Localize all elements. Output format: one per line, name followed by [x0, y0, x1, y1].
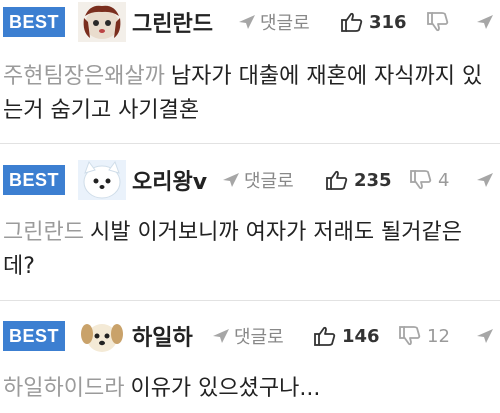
mention-nickname[interactable]: 하일하이드라: [3, 376, 124, 401]
comment-item: BEST 그린란드 댓글로 316 주현팀장은왜살까 남자가 대출에 재혼에 자…: [0, 0, 500, 144]
reply-button[interactable]: 댓글로: [222, 167, 294, 193]
like-button[interactable]: 235: [326, 170, 392, 191]
comment-item: BEST 하일하 댓글로 146 12 하일하이드라 이유가 있으셨구나...: [0, 301, 500, 413]
mention-nickname[interactable]: 주현팀장은왜살까: [3, 64, 165, 89]
thumbs-up-icon: [314, 326, 336, 346]
dislike-count: 4: [438, 169, 450, 191]
thumbs-down-icon: [410, 170, 432, 190]
comment-meta: BEST 그린란드 댓글로 316: [0, 0, 500, 44]
reply-arrow-icon: [476, 328, 494, 344]
comment-meta: BEST 하일하 댓글로 146 12: [0, 314, 500, 358]
best-badge: BEST: [3, 7, 65, 37]
thumbs-up-icon: [341, 12, 363, 32]
avatar[interactable]: [78, 2, 126, 42]
reply-label: 댓글로: [244, 171, 294, 192]
reply-arrow-icon: [212, 328, 230, 344]
comment-body: 주현팀장은왜살까 남자가 대출에 재혼에 자식까지 있는거 숨기고 사기결혼: [3, 60, 490, 128]
more-button[interactable]: [476, 328, 498, 344]
reply-arrow-icon: [222, 172, 240, 188]
like-button[interactable]: 146: [314, 326, 380, 347]
dislike-button[interactable]: 12: [399, 326, 450, 347]
best-badge: BEST: [3, 165, 65, 195]
comment-text: 이유가 있으셨구나...: [130, 376, 321, 401]
nickname[interactable]: 오리왕v: [132, 164, 232, 196]
reply-button[interactable]: 댓글로: [212, 323, 284, 349]
reply-arrow-icon: [476, 172, 494, 188]
nickname[interactable]: 하일하: [132, 320, 202, 352]
comment-meta: BEST 오리왕v 댓글로 235 4: [0, 158, 500, 202]
avatar[interactable]: [78, 160, 126, 200]
reply-label: 댓글로: [234, 327, 284, 348]
like-count: 146: [342, 325, 380, 347]
reply-arrow-icon: [476, 14, 494, 30]
thumbs-down-icon: [399, 326, 421, 346]
reply-arrow-icon: [238, 14, 256, 30]
like-count: 316: [369, 11, 407, 33]
best-badge: BEST: [3, 321, 65, 351]
more-button[interactable]: [476, 14, 498, 30]
reply-button[interactable]: 댓글로: [238, 9, 310, 35]
like-count: 235: [354, 169, 392, 191]
comment-body: 그린란드 시발 이거보니까 여자가 저래도 될거같은데?: [3, 216, 490, 284]
comment-body: 하일하이드라 이유가 있으셨구나...: [3, 372, 490, 406]
more-button[interactable]: [476, 172, 498, 188]
avatar[interactable]: [78, 316, 126, 356]
dislike-button[interactable]: 4: [410, 170, 449, 191]
like-button[interactable]: 316: [341, 12, 407, 33]
comment-item: BEST 오리왕v 댓글로 235 4 그린란드 시발 이거보니까 여자가 저래…: [0, 144, 500, 301]
nickname[interactable]: 그린란드: [132, 6, 232, 38]
mention-nickname[interactable]: 그린란드: [3, 220, 84, 245]
thumbs-down-icon: [427, 12, 449, 32]
thumbs-up-icon: [326, 170, 348, 190]
dislike-button[interactable]: [427, 12, 455, 32]
dislike-count: 12: [427, 325, 450, 347]
reply-label: 댓글로: [260, 13, 310, 34]
